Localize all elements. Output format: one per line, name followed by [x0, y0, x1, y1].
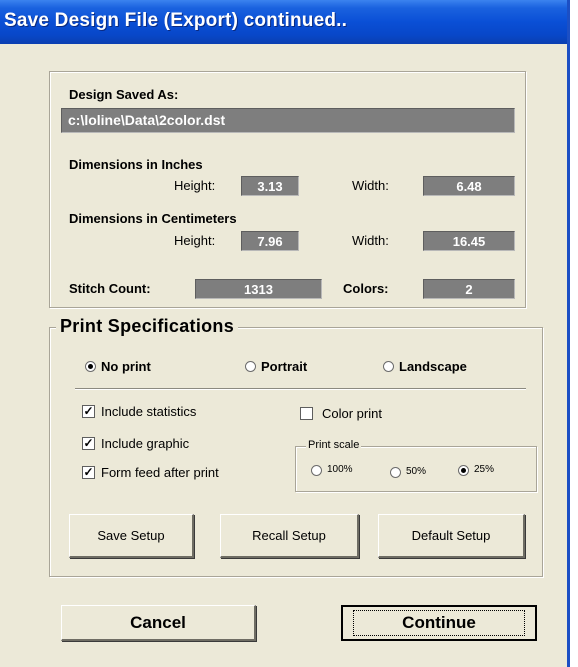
colors-value: 2 [423, 279, 515, 299]
cancel-button[interactable]: Cancel [61, 605, 256, 641]
default-setup-button[interactable]: Default Setup [378, 514, 525, 558]
include-graphic-checkbox[interactable]: ✓ [82, 437, 95, 450]
inches-height-label: Height: [174, 178, 216, 193]
landscape-label[interactable]: Landscape [399, 359, 467, 374]
form-feed-checkbox[interactable]: ✓ [82, 466, 95, 479]
include-statistics-checkbox[interactable]: ✓ [82, 405, 95, 418]
landscape-radio[interactable] [383, 361, 394, 372]
design-saved-as-label: Design Saved As: [69, 87, 179, 102]
inches-label: Dimensions in Inches [69, 157, 203, 172]
scale-50-label[interactable]: 50% [406, 466, 426, 477]
include-graphic-label[interactable]: Include graphic [101, 436, 189, 451]
scale-25-radio[interactable] [458, 465, 469, 476]
portrait-label[interactable]: Portrait [261, 359, 307, 374]
scale-100-label[interactable]: 100% [327, 464, 353, 475]
print-specifications-title: Print Specifications [56, 316, 239, 337]
inches-width-label: Width: [352, 178, 389, 193]
window-title: Save Design File (Export) continued.. [4, 10, 348, 31]
print-separator [75, 388, 526, 390]
scale-50-radio[interactable] [390, 467, 401, 478]
print-scale-label: Print scale [306, 439, 362, 451]
title-bar[interactable]: Save Design File (Export) continued.. [0, 0, 567, 44]
inches-width-value: 6.48 [423, 176, 515, 196]
continue-button[interactable]: Continue [341, 605, 537, 641]
colors-label: Colors: [343, 281, 389, 296]
portrait-radio[interactable] [245, 361, 256, 372]
no-print-radio[interactable] [85, 361, 96, 372]
continue-button-label: Continue [353, 610, 525, 636]
recall-setup-button[interactable]: Recall Setup [220, 514, 359, 558]
no-print-label[interactable]: No print [101, 359, 151, 374]
save-setup-button[interactable]: Save Setup [69, 514, 194, 558]
cm-height-label: Height: [174, 233, 216, 248]
dialog-window: Save Design File (Export) continued.. De… [0, 0, 570, 667]
stitch-count-label: Stitch Count: [69, 281, 151, 296]
cm-width-value: 16.45 [423, 231, 515, 251]
scale-25-label[interactable]: 25% [474, 464, 494, 475]
design-path-field: c:\loline\Data\2color.dst [61, 108, 515, 133]
cm-label: Dimensions in Centimeters [69, 211, 237, 226]
stitch-count-value: 1313 [195, 279, 322, 299]
cm-width-label: Width: [352, 233, 389, 248]
color-print-label[interactable]: Color print [322, 406, 382, 421]
cm-height-value: 7.96 [241, 231, 299, 251]
form-feed-label[interactable]: Form feed after print [101, 465, 219, 480]
scale-100-radio[interactable] [311, 465, 322, 476]
include-statistics-label[interactable]: Include statistics [101, 404, 196, 419]
inches-height-value: 3.13 [241, 176, 299, 196]
color-print-checkbox[interactable] [300, 407, 313, 420]
